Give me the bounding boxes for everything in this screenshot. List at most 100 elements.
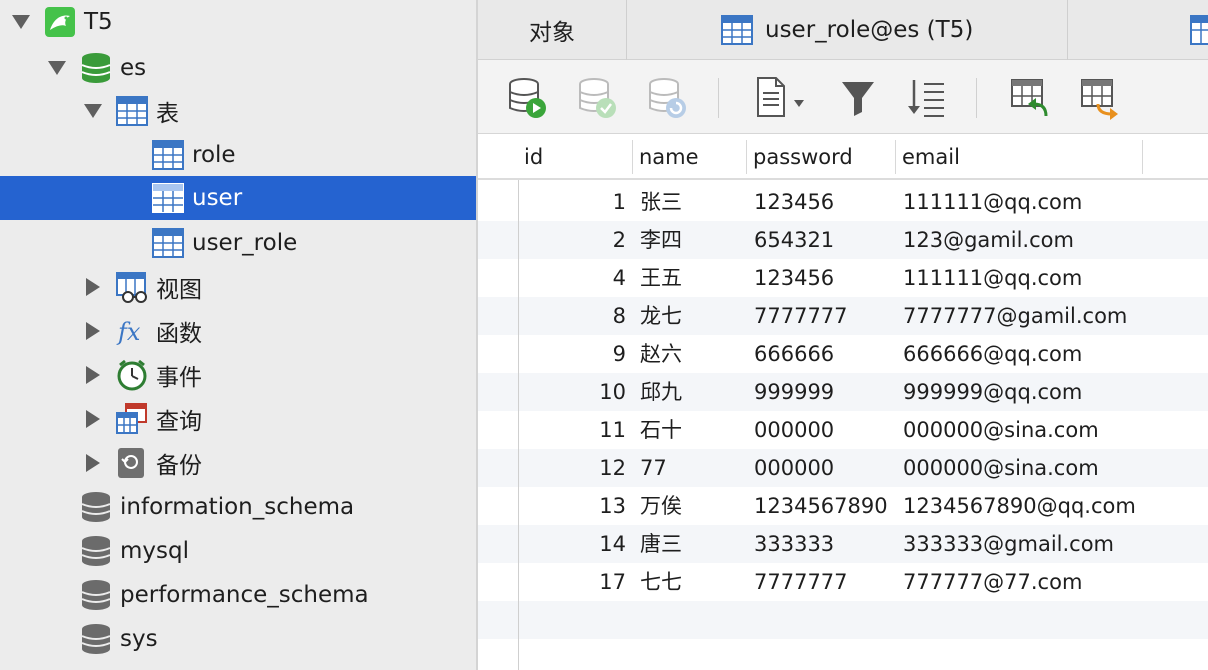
tree-item-events[interactable]: 事件 [0,353,476,397]
export-button[interactable] [1078,76,1122,120]
tree-item-database-information-schema[interactable]: information_schema [0,485,476,529]
cell-name[interactable]: 万俟 [640,487,682,525]
functions-label: 函数 [156,321,202,347]
refresh-button[interactable] [646,76,690,120]
table-row[interactable]: 8 龙七 7777777 7777777@gamil.com [478,297,1208,335]
cell-id[interactable]: 11 [518,411,626,449]
tree-item-queries[interactable]: 查询 [0,397,476,441]
cell-name[interactable]: 石十 [640,411,682,449]
cell-id[interactable]: 13 [518,487,626,525]
expand-triangle-icon[interactable] [48,61,66,75]
cell-id[interactable]: 17 [518,563,626,601]
cell-email[interactable]: 000000@sina.com [903,449,1099,487]
table-row[interactable]: 14 唐三 333333 333333@gmail.com [478,525,1208,563]
cell-name[interactable]: 李四 [640,221,682,259]
cell-email[interactable]: 000000@sina.com [903,411,1099,449]
cell-email[interactable]: 333333@gmail.com [903,525,1114,563]
column-header-email[interactable]: email [896,134,1142,180]
tree-item-functions[interactable]: fx 函数 [0,309,476,353]
cell-email[interactable]: 111111@qq.com [903,259,1082,297]
cell-password[interactable]: 123456 [754,259,834,297]
grid-header: id name password email [478,134,1208,180]
tab-next[interactable] [1068,0,1208,60]
table-row[interactable]: 9 赵六 666666 666666@qq.com [478,335,1208,373]
cell-id[interactable]: 8 [518,297,626,335]
cell-id[interactable]: 9 [518,335,626,373]
cell-password[interactable]: 654321 [754,221,834,259]
cell-name[interactable]: 龙七 [640,297,682,335]
expand-triangle-icon[interactable] [12,15,30,29]
cell-email[interactable]: 777777@77.com [903,563,1082,601]
collapsed-triangle-icon[interactable] [86,410,100,428]
column-header-id[interactable]: id [518,134,632,180]
tree-item-tables-group[interactable]: 表 [0,89,476,133]
cell-name[interactable]: 张三 [640,183,682,221]
cell-id[interactable]: 1 [518,183,626,221]
table-row[interactable]: 10 邱九 999999 999999@qq.com [478,373,1208,411]
table-row[interactable]: 12 77 000000 000000@sina.com [478,449,1208,487]
cell-password[interactable]: 123456 [754,183,834,221]
tree-item-views[interactable]: 视图 [0,265,476,309]
table-row[interactable]: 17 七七 7777777 777777@77.com [478,563,1208,601]
tree-item-database-performance-schema[interactable]: performance_schema [0,573,476,617]
collapsed-triangle-icon[interactable] [86,366,100,384]
table-row[interactable]: 13 万俟 1234567890 1234567890@qq.com [478,487,1208,525]
tree-item-database-es[interactable]: es [0,46,476,90]
cell-password[interactable]: 999999 [754,373,834,411]
cell-email[interactable]: 1234567890@qq.com [903,487,1136,525]
cell-password[interactable]: 7777777 [754,297,848,335]
table-label: user [192,185,243,211]
collapsed-triangle-icon[interactable] [86,454,100,472]
cell-email[interactable]: 7777777@gamil.com [903,297,1127,335]
table-row[interactable]: 11 石十 000000 000000@sina.com [478,411,1208,449]
refresh-icon [649,78,686,118]
tab-objects[interactable]: 对象 [478,0,626,60]
tab-user-role[interactable]: user_role@es (T5) [627,0,1067,60]
cell-name[interactable]: 赵六 [640,335,682,373]
cell-password[interactable]: 7777777 [754,563,848,601]
tree-item-database-mysql[interactable]: mysql [0,529,476,573]
cell-id[interactable]: 12 [518,449,626,487]
cell-name[interactable]: 王五 [640,259,682,297]
tree-item-connection[interactable]: T5 [0,0,476,44]
cell-id[interactable]: 10 [518,373,626,411]
sort-button[interactable] [904,76,948,120]
table-row[interactable]: 2 李四 654321 123@gamil.com [478,221,1208,259]
database-label: mysql [120,538,189,564]
import-button[interactable] [1008,76,1052,120]
column-resize-handle[interactable] [1142,140,1143,174]
tree-item-database-sys[interactable]: sys [0,617,476,661]
cell-name[interactable]: 77 [640,449,667,487]
cell-email[interactable]: 666666@qq.com [903,335,1082,373]
table-row[interactable]: 1 张三 123456 111111@qq.com [478,183,1208,221]
table-row[interactable]: 4 王五 123456 111111@qq.com [478,259,1208,297]
filter-button[interactable] [836,76,880,120]
cell-name[interactable]: 七七 [640,563,682,601]
open-table-button[interactable] [506,76,550,120]
cell-password[interactable]: 1234567890 [754,487,888,525]
cell-password[interactable]: 000000 [754,411,834,449]
column-header-password[interactable]: password [747,134,895,180]
expand-triangle-icon[interactable] [84,104,102,118]
data-grid: id name password email 1 张三 123456 111111@q… [478,134,1208,670]
new-query-button[interactable] [754,76,812,120]
cell-id[interactable]: 2 [518,221,626,259]
cell-email[interactable]: 111111@qq.com [903,183,1082,221]
cell-id[interactable]: 14 [518,525,626,563]
cell-password[interactable]: 666666 [754,335,834,373]
tree-item-table-user[interactable]: user [0,176,476,220]
cell-password[interactable]: 333333 [754,525,834,563]
cell-name[interactable]: 邱九 [640,373,682,411]
cell-name[interactable]: 唐三 [640,525,682,563]
cell-email[interactable]: 123@gamil.com [903,221,1074,259]
cell-id[interactable]: 4 [518,259,626,297]
apply-changes-button[interactable] [576,76,620,120]
collapsed-triangle-icon[interactable] [86,278,100,296]
tree-item-backups[interactable]: 备份 [0,441,476,485]
collapsed-triangle-icon[interactable] [86,322,100,340]
tree-item-table-user-role[interactable]: user_role [0,221,476,265]
column-header-name[interactable]: name [633,134,746,180]
cell-password[interactable]: 000000 [754,449,834,487]
cell-email[interactable]: 999999@qq.com [903,373,1082,411]
tree-item-table-role[interactable]: role [0,133,476,177]
